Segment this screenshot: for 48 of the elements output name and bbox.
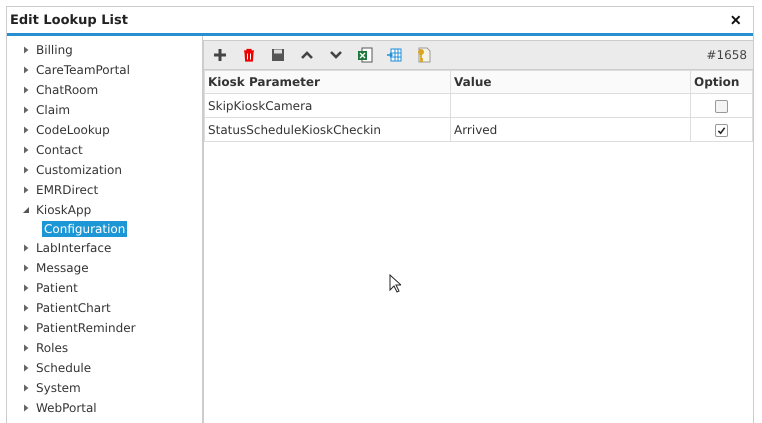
expand-arrow-icon[interactable]: [22, 166, 30, 174]
tree-item[interactable]: LabInterface: [34, 240, 114, 256]
expand-arrow-icon[interactable]: [22, 106, 30, 114]
tree-item[interactable]: Claim: [34, 102, 72, 118]
table-cell: StatusScheduleKioskCheckin: [204, 118, 450, 142]
checkbox[interactable]: [715, 100, 728, 113]
record-id: #1658: [706, 48, 747, 62]
tree-item[interactable]: System: [34, 380, 83, 396]
tree-item[interactable]: Contact: [34, 142, 85, 158]
column-header[interactable]: Kiosk Parameter: [204, 70, 450, 94]
tree-item[interactable]: EMRDirect: [34, 182, 100, 198]
expand-arrow-icon[interactable]: [22, 364, 30, 372]
tree-item[interactable]: CodeLookup: [34, 122, 112, 138]
tree-item[interactable]: ChatRoom: [34, 82, 100, 98]
expand-arrow-icon[interactable]: [22, 344, 30, 352]
expand-arrow-icon[interactable]: [22, 404, 30, 412]
expand-arrow-icon[interactable]: [22, 384, 30, 392]
expand-arrow-icon[interactable]: [22, 46, 30, 54]
expand-arrow-icon[interactable]: [22, 126, 30, 134]
tree-item[interactable]: Message: [34, 260, 91, 276]
mouse-cursor-icon: [389, 274, 401, 293]
expand-arrow-icon[interactable]: [22, 304, 30, 312]
tree-item[interactable]: KioskApp: [34, 202, 94, 218]
tree-item[interactable]: WebPortal: [34, 400, 99, 416]
tree-item[interactable]: Billing: [34, 42, 75, 58]
collapse-arrow-icon[interactable]: [22, 206, 30, 214]
table-cell: SkipKioskCamera: [204, 94, 450, 118]
expand-arrow-icon[interactable]: [22, 86, 30, 94]
expand-arrow-icon[interactable]: [22, 146, 30, 154]
expand-arrow-icon[interactable]: [22, 324, 30, 332]
close-button[interactable]: ×: [726, 11, 745, 29]
tree-item[interactable]: CareTeamPortal: [34, 62, 132, 78]
checkbox[interactable]: [715, 124, 728, 137]
tree-item[interactable]: Patient: [34, 280, 80, 296]
column-header[interactable]: Option: [690, 70, 752, 94]
table-cell: Arrived: [454, 122, 498, 136]
tree-item[interactable]: Customization: [34, 162, 124, 178]
expand-arrow-icon[interactable]: [22, 186, 30, 194]
tree-item[interactable]: PatientReminder: [34, 320, 138, 336]
column-header[interactable]: Value: [450, 70, 690, 94]
expand-arrow-icon[interactable]: [22, 244, 30, 252]
tree-item[interactable]: Schedule: [34, 360, 94, 376]
expand-arrow-icon[interactable]: [22, 284, 30, 292]
window-title: Edit Lookup List: [10, 12, 128, 28]
tree-item[interactable]: PatientChart: [34, 300, 113, 316]
tree-item[interactable]: Roles: [34, 340, 70, 356]
expand-arrow-icon[interactable]: [22, 264, 30, 272]
expand-arrow-icon[interactable]: [22, 66, 30, 74]
